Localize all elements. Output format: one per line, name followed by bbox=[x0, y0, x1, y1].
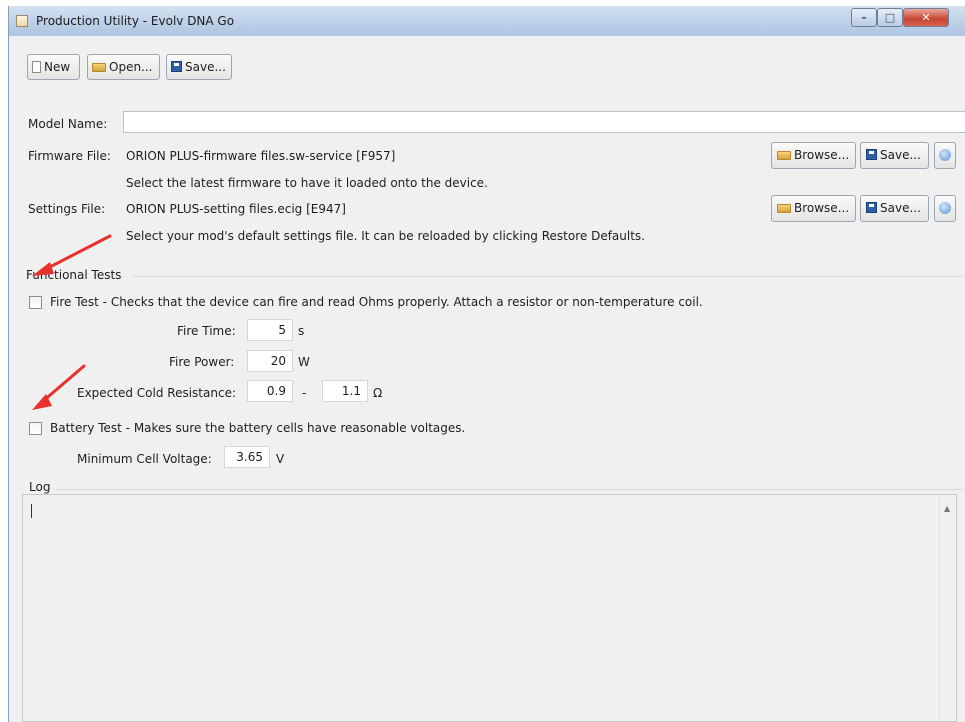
minimum-cell-voltage-label: Minimum Cell Voltage: bbox=[77, 452, 212, 466]
folder-icon bbox=[92, 63, 106, 72]
fire-test-checkbox[interactable] bbox=[29, 296, 42, 309]
text-caret bbox=[31, 504, 32, 518]
new-document-icon bbox=[32, 61, 41, 73]
title-bar: Production Utility - Evolv DNA Go – □ ✕ bbox=[9, 6, 965, 36]
folder-icon bbox=[777, 204, 791, 213]
battery-test-checkbox[interactable] bbox=[29, 422, 42, 435]
disk-icon bbox=[866, 202, 877, 213]
minimum-cell-voltage-unit: V bbox=[276, 452, 285, 466]
settings-browse-button[interactable]: Browse... bbox=[771, 195, 856, 222]
restore-icon bbox=[939, 149, 951, 161]
new-button-label: New bbox=[44, 60, 71, 74]
firmware-file-label: Firmware File: bbox=[28, 149, 111, 163]
disk-icon bbox=[866, 149, 877, 160]
log-textarea[interactable]: ▲ bbox=[22, 494, 957, 722]
minimize-button[interactable]: – bbox=[851, 8, 877, 27]
close-button[interactable]: ✕ bbox=[903, 8, 949, 27]
model-name-label: Model Name: bbox=[28, 117, 108, 131]
maximize-button[interactable]: □ bbox=[877, 8, 903, 27]
fire-test-label: Fire Test - Checks that the device can f… bbox=[50, 295, 703, 309]
log-heading: Log bbox=[29, 480, 51, 494]
log-divider bbox=[57, 489, 963, 490]
firmware-file-value: ORION PLUS-firmware files.sw-service [F9… bbox=[126, 149, 396, 163]
firmware-browse-button[interactable]: Browse... bbox=[771, 142, 856, 169]
firmware-restore-button[interactable] bbox=[934, 142, 956, 169]
window-title: Production Utility - Evolv DNA Go bbox=[36, 14, 235, 28]
resistance-range-separator: - bbox=[302, 386, 307, 400]
settings-restore-button[interactable] bbox=[934, 195, 956, 222]
expected-cold-resistance-label: Expected Cold Resistance: bbox=[77, 386, 236, 400]
fire-time-label: Fire Time: bbox=[177, 324, 236, 338]
fire-time-input[interactable]: 5 bbox=[247, 319, 293, 341]
app-icon bbox=[16, 15, 28, 27]
open-button-label: Open... bbox=[109, 60, 153, 74]
firmware-save-button[interactable]: Save... bbox=[860, 142, 929, 169]
settings-save-button[interactable]: Save... bbox=[860, 195, 929, 222]
restore-icon bbox=[939, 202, 951, 214]
resistance-min-input[interactable]: 0.9 bbox=[247, 380, 293, 402]
settings-file-value: ORION PLUS-setting files.ecig [E947] bbox=[126, 202, 346, 216]
scroll-up-arrow-icon[interactable]: ▲ bbox=[944, 504, 950, 513]
firmware-hint: Select the latest firmware to have it lo… bbox=[126, 176, 488, 190]
fire-power-label: Fire Power: bbox=[169, 355, 235, 369]
fire-time-unit: s bbox=[298, 324, 305, 338]
model-name-input[interactable] bbox=[123, 111, 965, 133]
minimum-cell-voltage-input[interactable]: 3.65 bbox=[224, 446, 270, 468]
fire-power-input[interactable]: 20 bbox=[247, 350, 293, 372]
battery-test-label: Battery Test - Makes sure the battery ce… bbox=[50, 421, 466, 435]
settings-hint: Select your mod's default settings file.… bbox=[126, 229, 645, 243]
folder-icon bbox=[777, 151, 791, 160]
annotation-arrow-battery-test bbox=[32, 364, 86, 410]
resistance-max-input[interactable]: 1.1 bbox=[322, 380, 368, 402]
fire-power-unit: W bbox=[298, 355, 310, 369]
settings-save-label: Save... bbox=[880, 201, 921, 215]
settings-browse-label: Browse... bbox=[794, 201, 850, 215]
new-button[interactable]: New bbox=[27, 54, 80, 80]
annotation-arrow-fire-test bbox=[32, 234, 112, 276]
firmware-browse-label: Browse... bbox=[794, 148, 850, 162]
functional-tests-divider bbox=[133, 276, 963, 277]
save-button[interactable]: Save... bbox=[166, 54, 232, 80]
log-scrollbar[interactable]: ▲ bbox=[939, 495, 956, 721]
disk-icon bbox=[171, 61, 182, 72]
settings-file-label: Settings File: bbox=[28, 202, 106, 216]
resistance-unit: Ω bbox=[373, 386, 383, 400]
save-button-label: Save... bbox=[185, 60, 226, 74]
open-button[interactable]: Open... bbox=[87, 54, 160, 80]
firmware-save-label: Save... bbox=[880, 148, 921, 162]
